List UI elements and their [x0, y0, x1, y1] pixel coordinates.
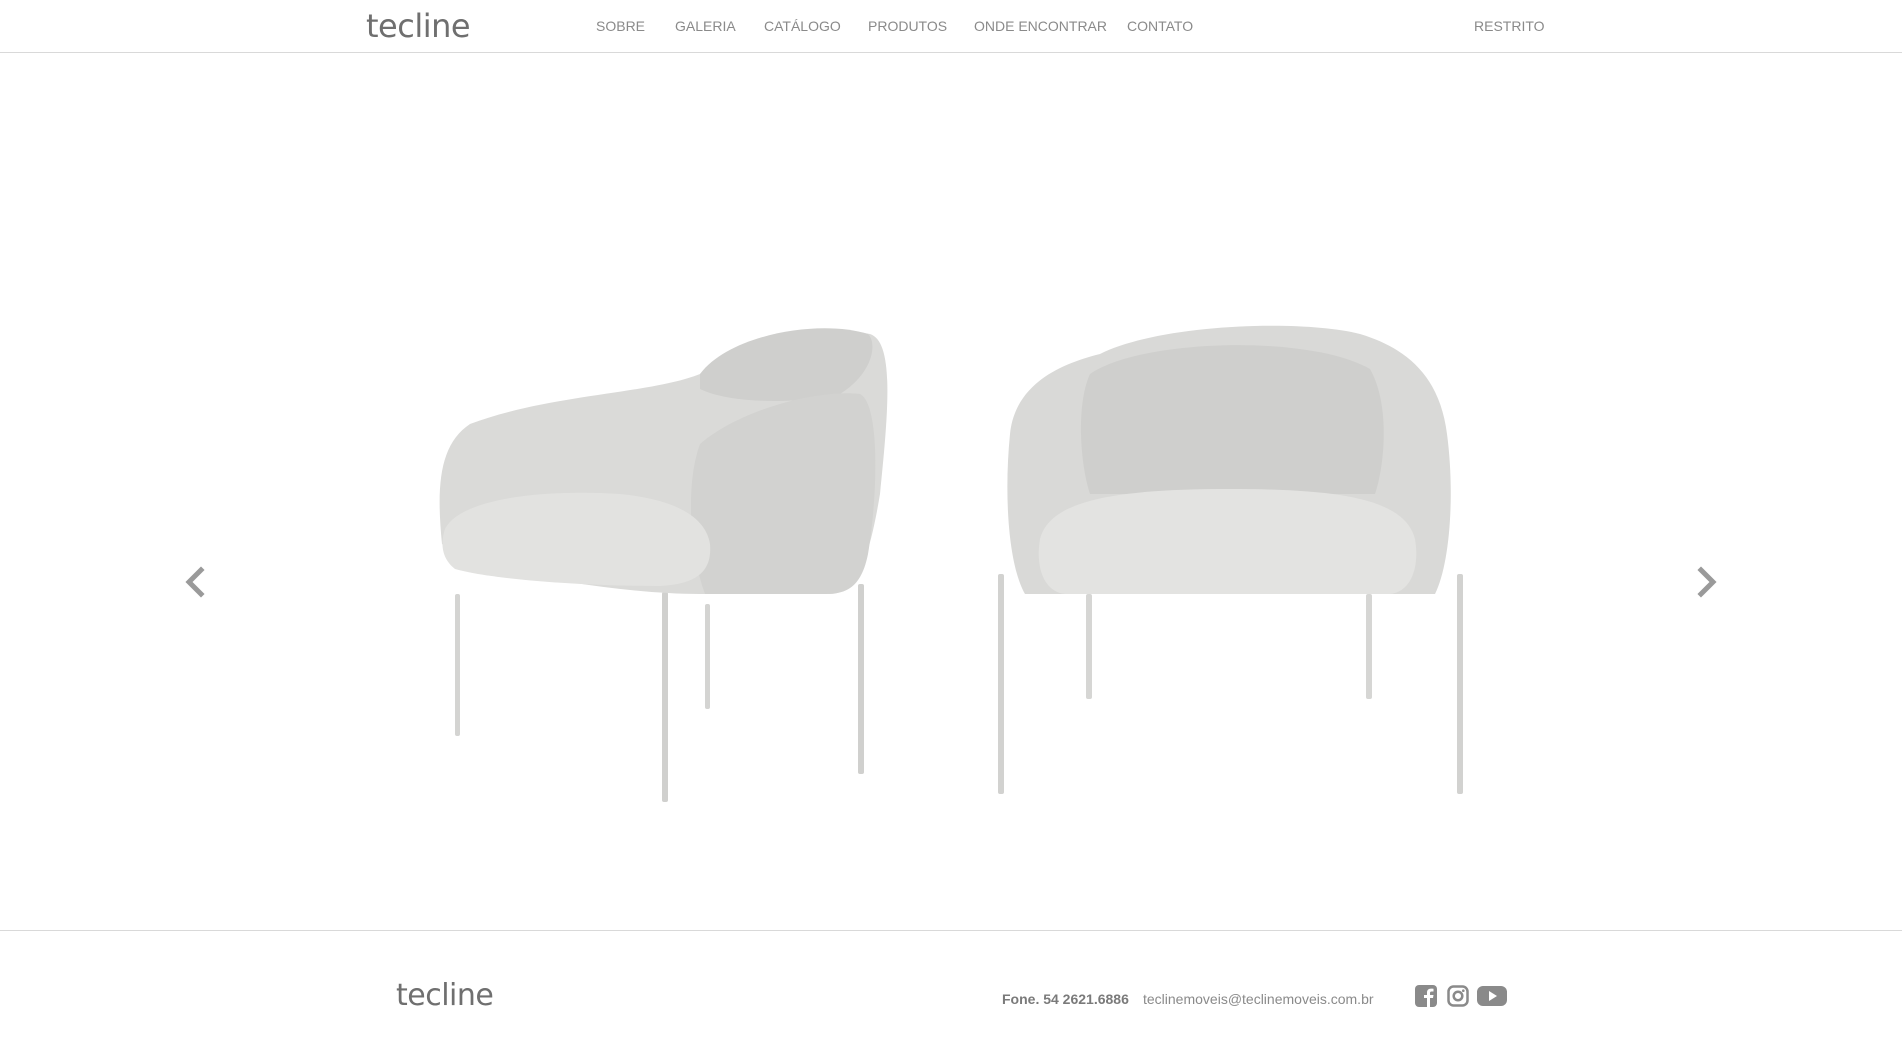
- hero-slider: [0, 54, 1902, 930]
- nav-sobre[interactable]: SOBRE: [596, 18, 645, 34]
- footer-logo: tecline: [396, 978, 494, 1013]
- armchair-side-view: [439, 328, 888, 802]
- chevron-right-icon: [1697, 566, 1717, 598]
- youtube-icon: [1477, 986, 1507, 1006]
- slider-prev-button[interactable]: [177, 552, 213, 612]
- site-logo[interactable]: tecline: [366, 6, 471, 46]
- nav-galeria[interactable]: GALERIA: [675, 18, 736, 34]
- nav-produtos[interactable]: PRODUTOS: [868, 18, 947, 34]
- site-header: tecline SOBRE GALERIA CATÁLOGO PRODUTOS …: [0, 0, 1902, 53]
- facebook-link[interactable]: [1415, 985, 1437, 1011]
- instagram-icon: [1447, 985, 1469, 1007]
- nav-contato[interactable]: CONTATO: [1127, 18, 1193, 34]
- nav-catalogo[interactable]: CATÁLOGO: [764, 18, 841, 34]
- footer-email-link[interactable]: teclinemoveis@teclinemoveis.com.br: [1143, 991, 1374, 1007]
- footer-phone: Fone. 54 2621.6886: [1002, 991, 1129, 1007]
- instagram-link[interactable]: [1447, 985, 1469, 1011]
- armchair-front-view: [998, 325, 1463, 794]
- nav-onde-encontrar[interactable]: ONDE ENCONTRAR: [974, 18, 1107, 34]
- site-footer: tecline Fone. 54 2621.6886 teclinemoveis…: [0, 930, 1902, 1055]
- youtube-link[interactable]: [1477, 985, 1507, 1011]
- facebook-icon: [1415, 985, 1437, 1007]
- chevron-left-icon: [185, 566, 205, 598]
- restricted-link[interactable]: RESTRITO: [1474, 18, 1545, 34]
- slider-next-button[interactable]: [1689, 552, 1725, 612]
- slide-image-armchairs: [439, 325, 1463, 802]
